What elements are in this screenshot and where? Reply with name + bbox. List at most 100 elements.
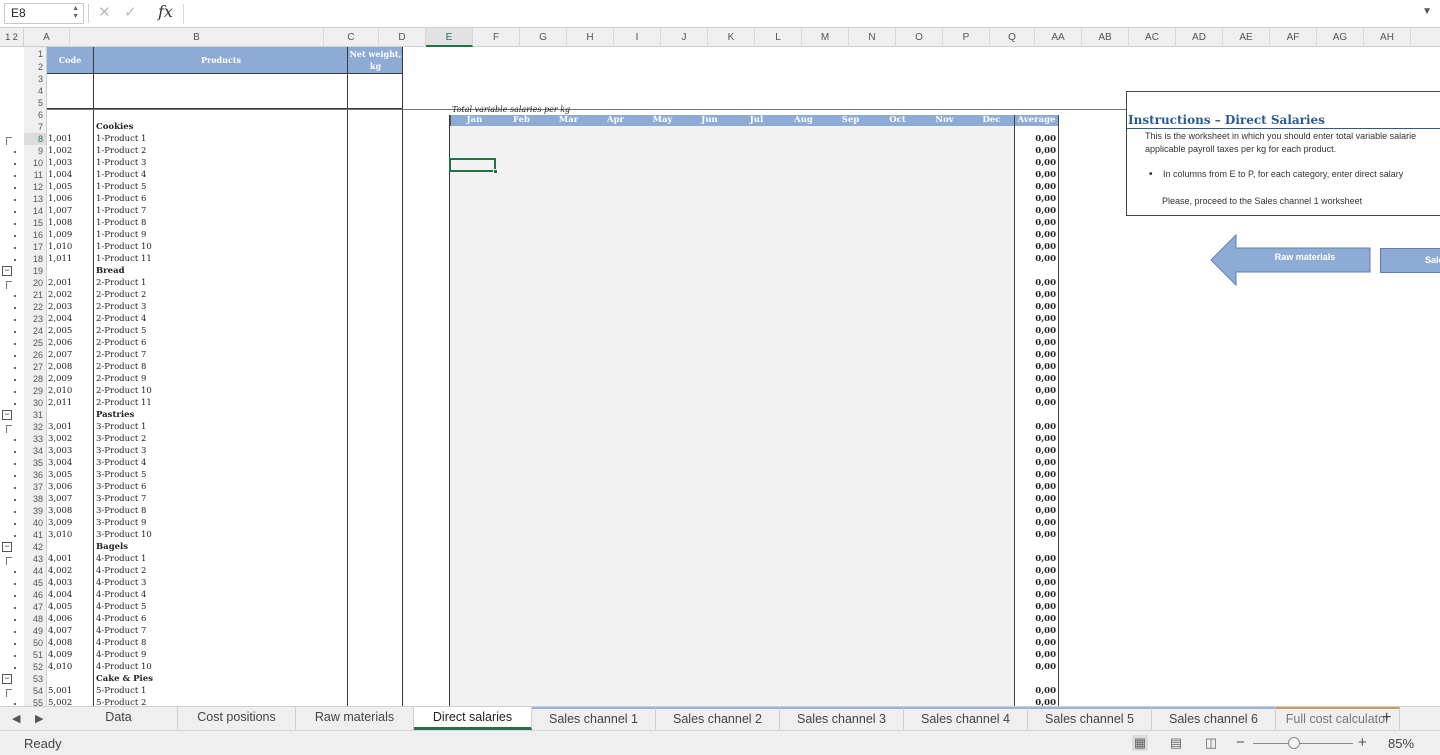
- row-header[interactable]: 18: [24, 253, 46, 265]
- sheet-tab-sales-channel-5[interactable]: Sales channel 5: [1028, 707, 1152, 730]
- formula-expand-icon[interactable]: ▼: [1422, 6, 1432, 17]
- average-value[interactable]: 0,00: [1014, 554, 1059, 564]
- row-header[interactable]: 48: [24, 613, 46, 625]
- row-header[interactable]: 15: [24, 217, 46, 229]
- column-header-ag[interactable]: AG: [1317, 28, 1364, 47]
- fx-icon[interactable]: fx: [158, 2, 173, 21]
- average-value[interactable]: 0,00: [1014, 230, 1059, 240]
- product-code[interactable]: 4,006: [48, 614, 72, 624]
- product-name[interactable]: 3-Product 9: [96, 518, 146, 528]
- next-sheet-icon[interactable]: ▶: [35, 712, 43, 725]
- row-header[interactable]: 28: [24, 373, 46, 385]
- product-code[interactable]: 1,007: [48, 206, 72, 216]
- average-value[interactable]: 0,00: [1014, 482, 1059, 492]
- product-name[interactable]: 5-Product 2: [96, 698, 146, 706]
- average-value[interactable]: 0,00: [1014, 614, 1059, 624]
- row-header[interactable]: 1: [24, 47, 46, 61]
- product-name[interactable]: 2-Product 2: [96, 290, 146, 300]
- product-code[interactable]: 4,003: [48, 578, 72, 588]
- column-header-aa[interactable]: AA: [1035, 28, 1082, 47]
- product-name[interactable]: 4-Product 1: [96, 554, 146, 564]
- product-code[interactable]: 2,005: [48, 326, 72, 336]
- product-code[interactable]: 4,010: [48, 662, 72, 672]
- row-header[interactable]: 14: [24, 205, 46, 217]
- product-code[interactable]: 3,009: [48, 518, 72, 528]
- column-header-p[interactable]: P: [943, 28, 990, 47]
- average-value[interactable]: 0,00: [1014, 134, 1059, 144]
- row-header[interactable]: 13: [24, 193, 46, 205]
- row-header[interactable]: 47: [24, 601, 46, 613]
- column-header-ab[interactable]: AB: [1082, 28, 1129, 47]
- average-value[interactable]: 0,00: [1014, 578, 1059, 588]
- product-name[interactable]: 4-Product 7: [96, 626, 146, 636]
- row-header[interactable]: 3: [24, 73, 46, 85]
- row-header[interactable]: 17: [24, 241, 46, 253]
- average-value[interactable]: 0,00: [1014, 566, 1059, 576]
- normal-view-icon[interactable]: ▦: [1132, 735, 1148, 751]
- row-header[interactable]: 54: [24, 685, 46, 697]
- average-value[interactable]: 0,00: [1014, 314, 1059, 324]
- category-label[interactable]: Cake & Pies: [96, 674, 153, 684]
- row-header[interactable]: 42: [24, 541, 46, 553]
- product-name[interactable]: 2-Product 4: [96, 314, 146, 324]
- row-header[interactable]: 20: [24, 277, 46, 289]
- row-header[interactable]: 6: [24, 109, 46, 121]
- row-header[interactable]: 45: [24, 577, 46, 589]
- product-code[interactable]: 2,002: [48, 290, 72, 300]
- product-code[interactable]: 1,001: [48, 134, 72, 144]
- row-header[interactable]: 49: [24, 625, 46, 637]
- category-label[interactable]: Bread: [96, 266, 125, 276]
- average-value[interactable]: 0,00: [1014, 170, 1059, 180]
- category-label[interactable]: Bagels: [96, 542, 128, 552]
- column-header-l[interactable]: L: [755, 28, 802, 47]
- row-header[interactable]: 32: [24, 421, 46, 433]
- column-header-d[interactable]: D: [379, 28, 426, 47]
- row-header[interactable]: 36: [24, 469, 46, 481]
- row-header[interactable]: 8: [24, 133, 46, 145]
- product-name[interactable]: 4-Product 2: [96, 566, 146, 576]
- name-box[interactable]: E8 ▲ ▼: [4, 3, 84, 24]
- product-code[interactable]: 3,010: [48, 530, 72, 540]
- product-name[interactable]: 1-Product 7: [96, 206, 146, 216]
- product-code[interactable]: 4,007: [48, 626, 72, 636]
- product-name[interactable]: 3-Product 10: [96, 530, 152, 540]
- average-value[interactable]: 0,00: [1014, 290, 1059, 300]
- page-layout-icon[interactable]: ▤: [1168, 735, 1184, 751]
- row-header[interactable]: 40: [24, 517, 46, 529]
- average-value[interactable]: 0,00: [1014, 242, 1059, 252]
- product-code[interactable]: 2,011: [48, 398, 72, 408]
- average-value[interactable]: 0,00: [1014, 686, 1059, 696]
- product-name[interactable]: 1-Product 9: [96, 230, 146, 240]
- product-code[interactable]: 2,010: [48, 386, 72, 396]
- row-header[interactable]: 10: [24, 157, 46, 169]
- product-code[interactable]: 3,002: [48, 434, 72, 444]
- product-code[interactable]: 1,010: [48, 242, 72, 252]
- add-sheet-icon[interactable]: +: [1382, 709, 1391, 727]
- sheet-tab-data[interactable]: Data: [60, 707, 178, 730]
- column-header-e[interactable]: E: [426, 28, 473, 47]
- average-value[interactable]: 0,00: [1014, 386, 1059, 396]
- zoom-level[interactable]: 85%: [1388, 736, 1414, 751]
- row-header[interactable]: 24: [24, 325, 46, 337]
- product-name[interactable]: 3-Product 7: [96, 494, 146, 504]
- product-name[interactable]: 3-Product 2: [96, 434, 146, 444]
- product-name[interactable]: 1-Product 3: [96, 158, 146, 168]
- row-header[interactable]: 44: [24, 565, 46, 577]
- product-name[interactable]: 1-Product 6: [96, 194, 146, 204]
- row-header[interactable]: 31: [24, 409, 46, 421]
- product-name[interactable]: 3-Product 1: [96, 422, 146, 432]
- average-value[interactable]: 0,00: [1014, 326, 1059, 336]
- average-value[interactable]: 0,00: [1014, 350, 1059, 360]
- column-header-c[interactable]: C: [324, 28, 379, 47]
- sheet-tab-sales-channel-1[interactable]: Sales channel 1: [532, 707, 656, 730]
- column-header-k[interactable]: K: [708, 28, 755, 47]
- product-code[interactable]: 1,009: [48, 230, 72, 240]
- formula-input[interactable]: [183, 4, 1413, 24]
- product-name[interactable]: 4-Product 8: [96, 638, 146, 648]
- column-header-ah[interactable]: AH: [1364, 28, 1411, 47]
- average-value[interactable]: 0,00: [1014, 434, 1059, 444]
- column-header-q[interactable]: Q: [990, 28, 1035, 47]
- column-header-n[interactable]: N: [849, 28, 896, 47]
- product-code[interactable]: 3,003: [48, 446, 72, 456]
- average-value[interactable]: 0,00: [1014, 398, 1059, 408]
